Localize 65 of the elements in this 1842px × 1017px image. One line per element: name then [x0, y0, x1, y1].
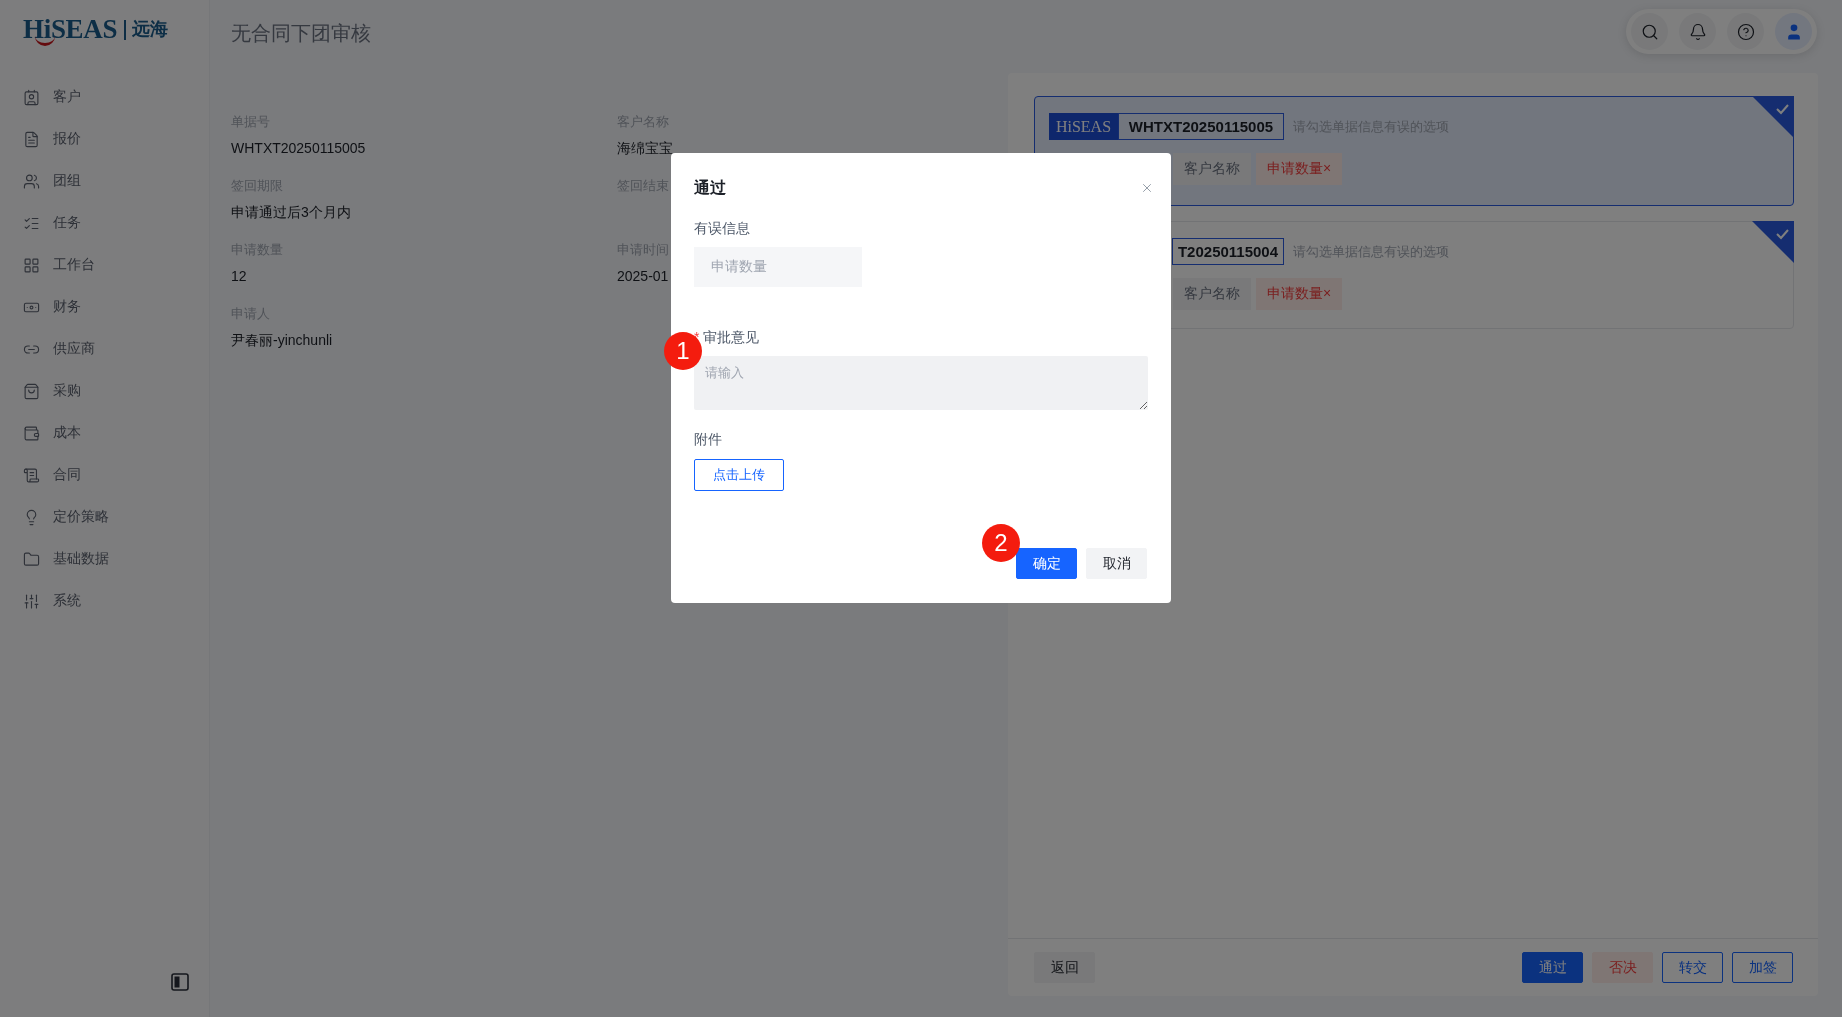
- action-button[interactable]: 转交: [1662, 952, 1723, 983]
- logo-chinese-name: 远海: [132, 18, 169, 41]
- bag-icon: [23, 382, 40, 400]
- close-icon: [1140, 181, 1154, 195]
- contact-card-icon: [23, 88, 40, 106]
- nav-item[interactable]: 系统: [0, 580, 209, 622]
- required-mark: *: [694, 328, 700, 346]
- dialog-button[interactable]: 确定: [1016, 548, 1077, 579]
- nav-item[interactable]: 工作台: [0, 244, 209, 286]
- nav-item[interactable]: 团组: [0, 160, 209, 202]
- grid-icon: [23, 256, 40, 274]
- field-label: 附件: [694, 430, 722, 448]
- help-button[interactable]: [1727, 13, 1764, 50]
- field-label: 有误信息: [694, 219, 750, 237]
- order-number: T20250115004: [1172, 238, 1284, 265]
- wallet-icon: [23, 424, 40, 442]
- field-option-tag[interactable]: 申请数量×: [1256, 278, 1343, 310]
- nav-item[interactable]: 基础数据: [0, 538, 209, 580]
- field-value: 12: [231, 267, 247, 286]
- upload-button[interactable]: 点击上传: [694, 459, 784, 491]
- action-button[interactable]: 通过: [1522, 952, 1583, 983]
- search-button[interactable]: [1631, 13, 1668, 50]
- search-icon: [1640, 22, 1659, 41]
- bell-icon: [1688, 22, 1707, 41]
- page-title: 无合同下团审核: [231, 21, 371, 45]
- field-option-tag[interactable]: 申请数量×: [1256, 153, 1343, 185]
- dialog-button[interactable]: 取消: [1086, 548, 1147, 579]
- order-number: WHTXT20250115005: [1118, 113, 1284, 140]
- error-item: 申请数量: [694, 247, 862, 287]
- nav-item[interactable]: 合同: [0, 454, 209, 496]
- dialog-title: 通过: [694, 177, 726, 198]
- close-button[interactable]: [1140, 181, 1154, 195]
- nav-item[interactable]: 采购: [0, 370, 209, 412]
- nav-item[interactable]: 任务: [0, 202, 209, 244]
- field-option-tag[interactable]: 客户名称: [1173, 153, 1251, 185]
- help-icon: [1736, 22, 1755, 41]
- sliders-icon: [23, 592, 40, 610]
- opinion-input[interactable]: 请输入: [694, 356, 1148, 410]
- field-label: 审批意见: [703, 328, 760, 346]
- back-button[interactable]: 返回: [1034, 952, 1095, 983]
- field-option-tag[interactable]: 客户名称: [1173, 278, 1251, 310]
- action-button[interactable]: 否决: [1592, 952, 1653, 983]
- nav-item[interactable]: 成本: [0, 412, 209, 454]
- scroll-icon: [23, 466, 40, 484]
- action-button[interactable]: 加签: [1732, 952, 1793, 983]
- panel-toggle-icon: [171, 973, 189, 991]
- account-button[interactable]: [1775, 13, 1812, 50]
- document-icon: [23, 130, 40, 148]
- field-value: 尹春丽-yinchunli: [231, 331, 333, 350]
- field-value: 2025-01: [617, 267, 669, 286]
- nav-item[interactable]: 财务: [0, 286, 209, 328]
- nav-item[interactable]: 供应商: [0, 328, 209, 370]
- logo-wordmark: HiSEAS: [23, 14, 118, 45]
- brand-badge: HiSEAS: [1049, 113, 1118, 140]
- folder-icon: [23, 550, 40, 568]
- people-icon: [23, 172, 40, 190]
- nav-item[interactable]: 客户: [0, 76, 209, 118]
- field-value: 海绵宝宝: [617, 139, 673, 158]
- sidebar-toggle-button[interactable]: [171, 973, 189, 991]
- notifications-button[interactable]: [1679, 13, 1716, 50]
- nav-item[interactable]: 报价: [0, 118, 209, 160]
- field-value: WHTXT20250115005: [231, 139, 366, 158]
- numbered-callout: 2: [982, 524, 1020, 562]
- nav-item[interactable]: 定价策略: [0, 496, 209, 538]
- field-value: 申请通过后3个月内: [231, 203, 351, 222]
